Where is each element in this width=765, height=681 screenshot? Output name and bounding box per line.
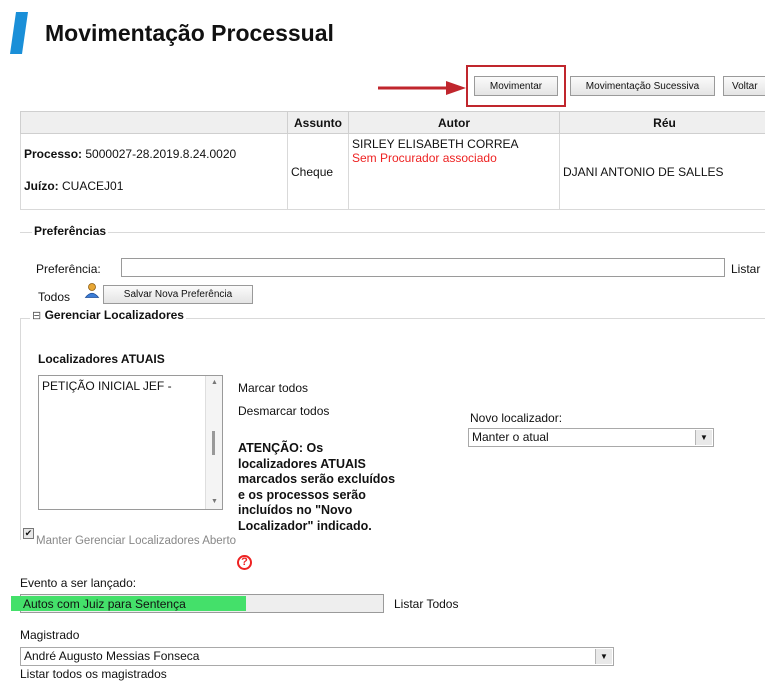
localizadores-legend-text[interactable]: Gerenciar Localizadores [45,308,184,322]
novo-localizador-select[interactable]: Manter o atual ▼ [468,428,714,447]
table-header-autor: Autor [348,111,560,134]
desmarcar-todos-link[interactable]: Desmarcar todos [238,404,329,418]
help-icon[interactable]: ? [237,555,252,570]
scroll-down-icon[interactable]: ▼ [211,498,218,505]
atencao-message: ATENÇÃO: Os localizadores ATUAIS marcado… [238,441,396,533]
voltar-button[interactable]: Voltar [723,76,765,96]
table-cell-reu: DJANI ANTONIO DE SALLES [559,133,765,210]
chevron-down-icon: ▼ [595,649,612,664]
page-title: Movimentação Processual [45,20,334,46]
preferencia-label: Preferência: [36,262,101,276]
table-header-assunto: Assunto [287,111,349,134]
juizo-label: Juízo: [24,178,59,193]
table-header-reu: Réu [559,111,765,134]
preferencia-input[interactable] [121,258,725,277]
magistrado-label: Magistrado [20,628,80,642]
localizadores-atuais-title: Localizadores ATUAIS [38,352,165,366]
movimentar-button[interactable]: Movimentar [474,76,558,96]
todos-link[interactable]: Todos [38,290,70,304]
listar-preferencias-link[interactable]: Listar [731,262,760,276]
magistrado-select[interactable]: André Augusto Messias Fonseca ▼ [20,647,614,666]
collapse-toggle-icon[interactable]: ⊟ [32,310,41,322]
processo-number-link[interactable]: 5000027-28.2019.8.24.0020 [85,147,236,161]
salvar-preferencia-button[interactable]: Salvar Nova Preferência [103,285,253,304]
juizo-value: CUACEJ01 [62,178,124,193]
localizadores-legend: ⊟ Gerenciar Localizadores [30,308,186,322]
scroll-up-icon[interactable]: ▲ [211,379,218,386]
listar-todos-eventos-link[interactable]: Listar Todos [394,597,458,611]
processo-label: Processo: [24,146,83,161]
brand-logo-mark [10,12,28,54]
listar-magistrados-link[interactable]: Listar todos os magistrados [20,667,167,681]
localizadores-left-border [20,318,21,540]
list-item[interactable]: PETIÇÃO INICIAL JEF - [39,376,222,393]
listbox-scrollbar[interactable]: ▲ ▼ [205,376,222,509]
evento-label: Evento a ser lançado: [20,576,137,590]
process-table: Assunto Autor Réu Processo: 5000027-28.2… [20,111,765,210]
marcar-todos-link[interactable]: Marcar todos [238,381,308,395]
user-icon [84,283,100,298]
table-header-empty [20,111,288,134]
novo-localizador-value: Manter o atual [472,430,549,444]
manter-aberto-checkbox[interactable]: ✔ [23,528,34,539]
preferencias-top-border [20,232,765,233]
table-cell-assunto: Cheque [287,133,349,210]
localizadores-atuais-listbox[interactable]: PETIÇÃO INICIAL JEF - ▲ ▼ [38,375,223,510]
autor-name: SIRLEY ELISABETH CORREA [352,137,519,151]
red-arrow-icon [378,81,466,95]
evento-value: Autos com Juiz para Sentença [23,597,186,611]
novo-localizador-label: Novo localizador: [470,411,563,425]
table-cell-processo: Processo: 5000027-28.2019.8.24.0020 Juíz… [20,133,288,210]
magistrado-value: André Augusto Messias Fonseca [24,649,200,663]
autor-note: Sem Procurador associado [352,151,497,165]
chevron-down-icon: ▼ [695,430,712,445]
scroll-thumb[interactable] [212,431,215,455]
preferencias-legend: Preferências [32,224,109,238]
table-cell-autor: SIRLEY ELISABETH CORREA Sem Procurador a… [348,133,560,210]
movimentacao-sucessiva-button[interactable]: Movimentação Sucessiva [570,76,715,96]
manter-aberto-label: Manter Gerenciar Localizadores Aberto [36,535,237,547]
evento-input[interactable]: Autos com Juiz para Sentença [11,594,384,613]
